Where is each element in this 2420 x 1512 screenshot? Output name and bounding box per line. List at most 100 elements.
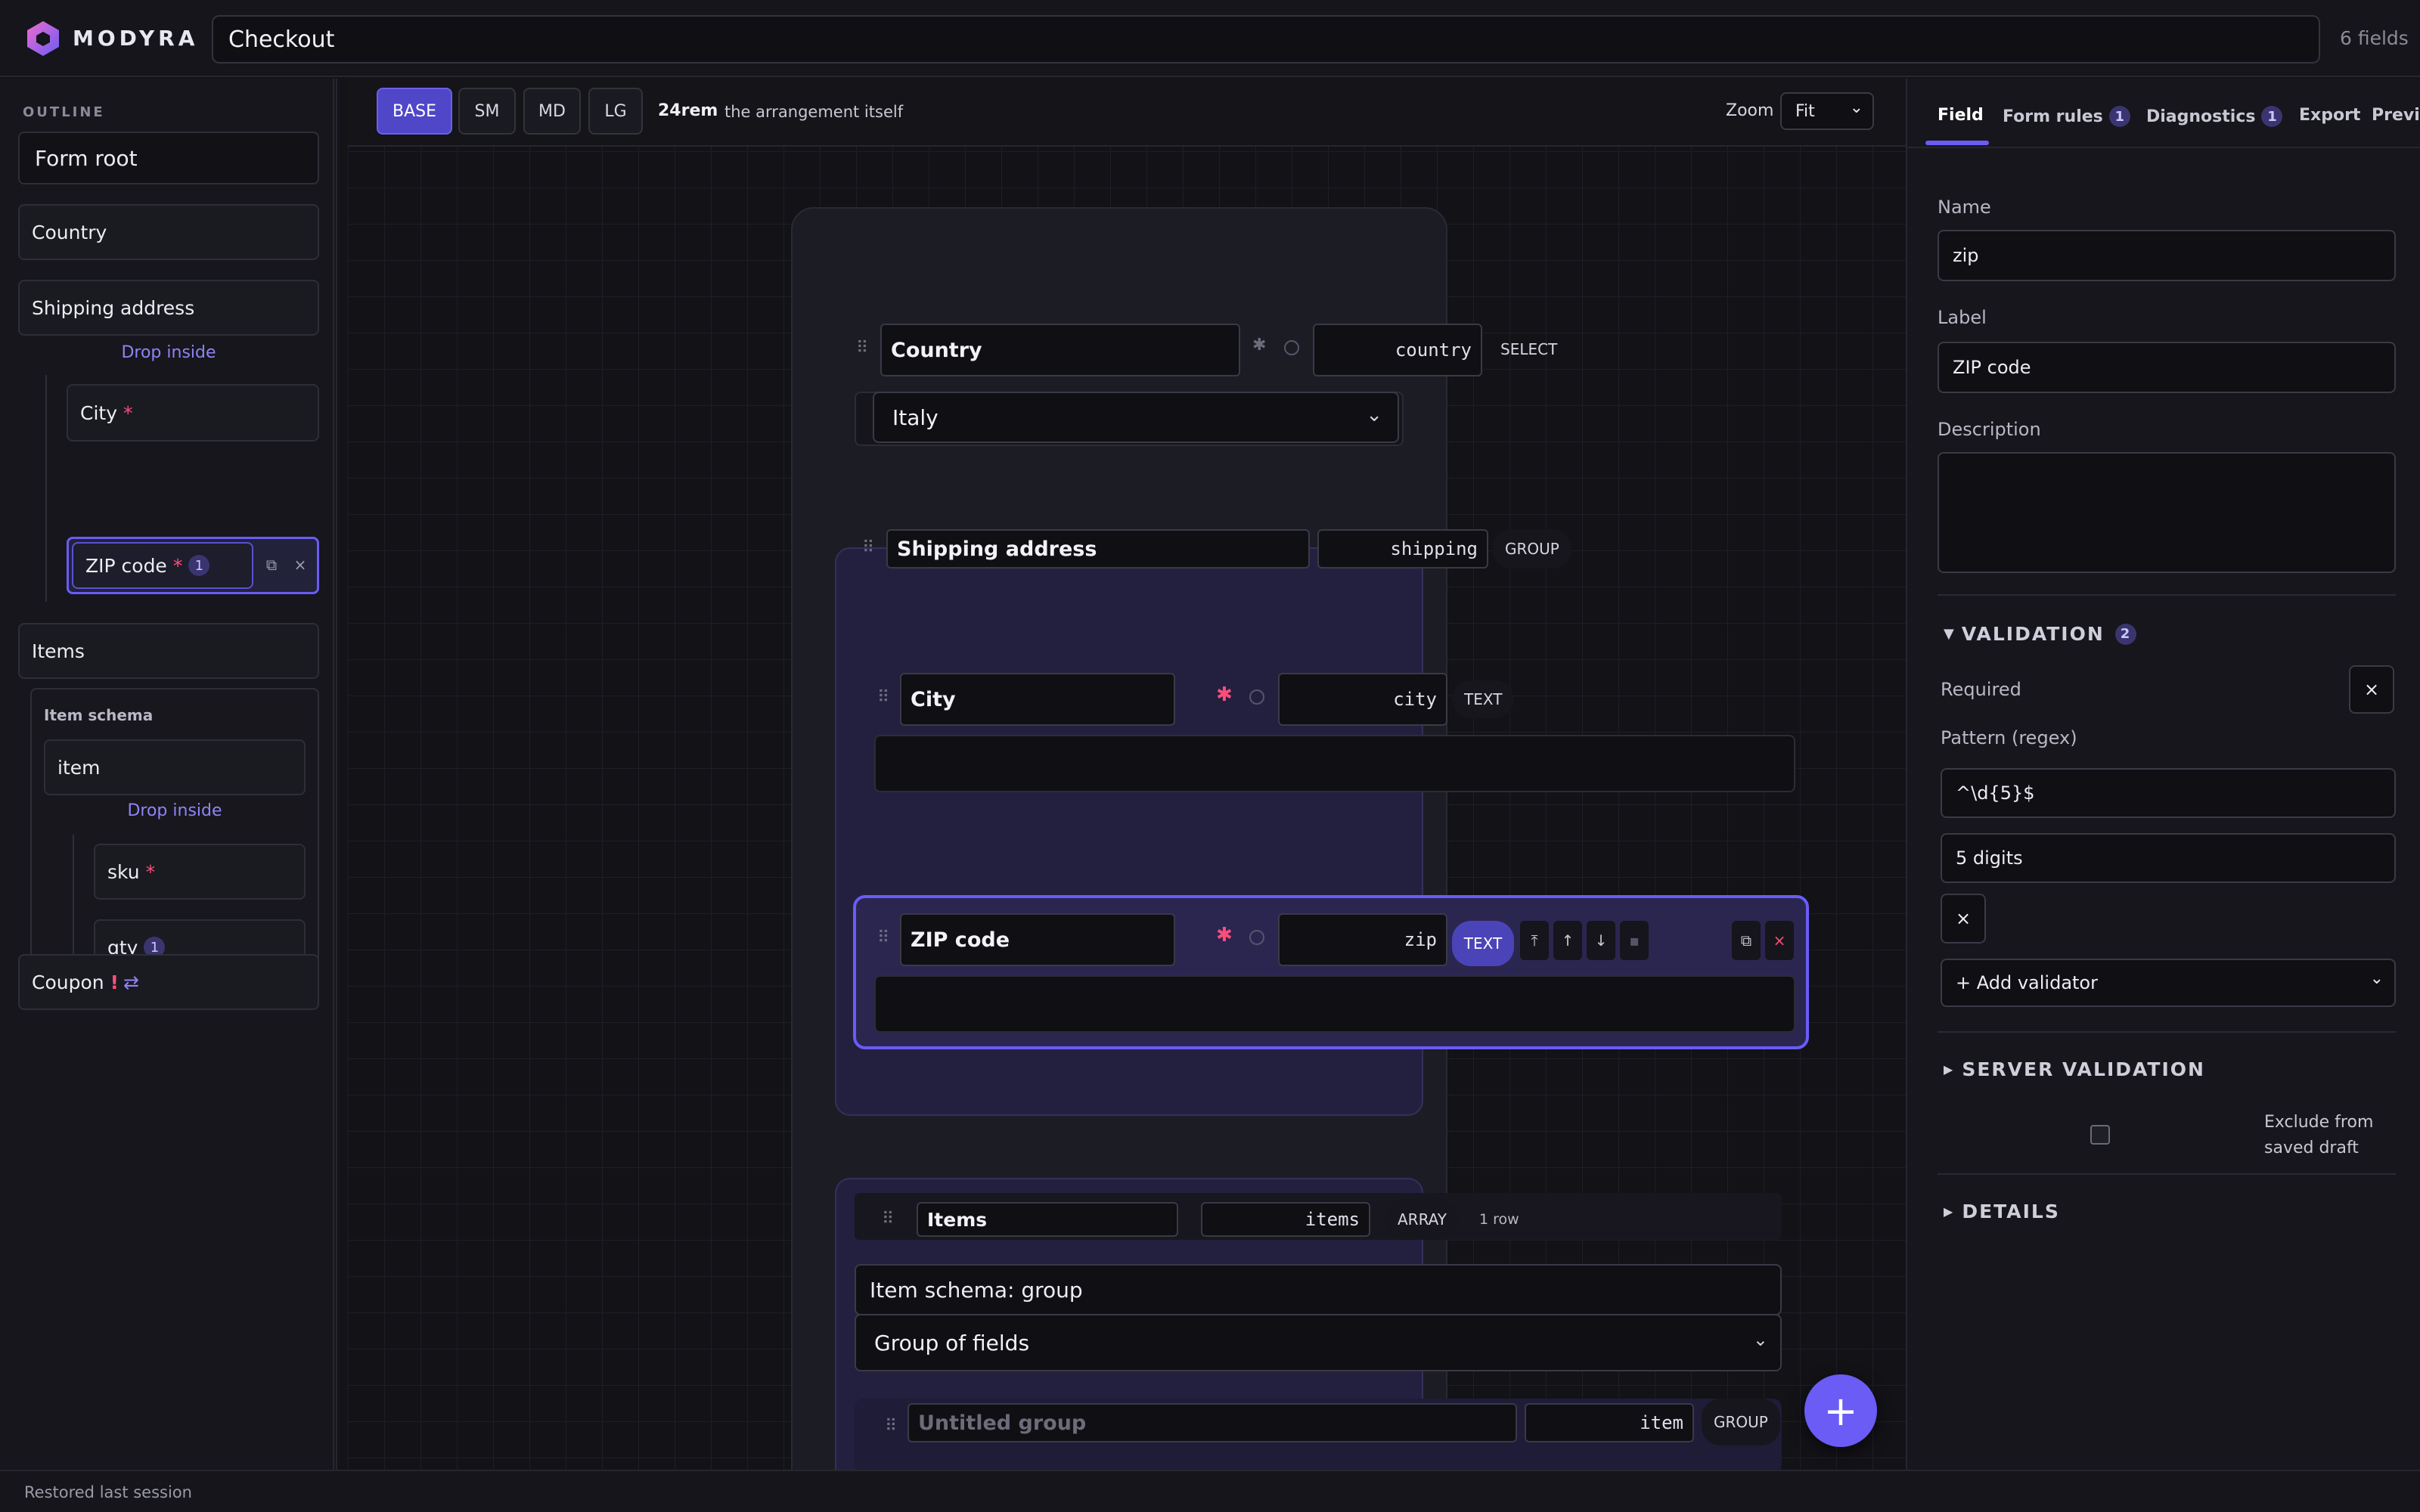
optional-toggle-icon[interactable] [1284, 340, 1299, 355]
shipping-type-badge: GROUP [1493, 529, 1571, 569]
item-schema-select[interactable]: Group of fields ⌄ [855, 1314, 1782, 1371]
tab-diagnostics-label: Diagnostics [2146, 107, 2256, 126]
outline-item-items[interactable]: Items [18, 623, 319, 679]
untitled-group-key-input[interactable]: item [1525, 1403, 1694, 1442]
remove-pattern-button[interactable]: × [1941, 894, 1986, 943]
required-rule-label: Required [1941, 679, 2021, 700]
drop-inside-item[interactable]: Drop inside [44, 801, 306, 820]
outline-item-zip-selected[interactable]: ZIP code * 1 ⧉ × [67, 537, 319, 594]
optional-toggle-icon[interactable] [1249, 930, 1264, 945]
pattern-input[interactable]: ^\d{5}$ [1941, 768, 2396, 818]
zip-label-input[interactable]: ZIP code [900, 913, 1175, 966]
collapse-icon: ▼ [1944, 626, 1956, 642]
items-label-input[interactable]: Items [917, 1202, 1178, 1237]
drag-handle-icon[interactable]: ⠿ [856, 339, 868, 358]
form-title-input[interactable]: Checkout [212, 15, 2320, 64]
details-title: DETAILS [1962, 1201, 2060, 1222]
outline-form-root[interactable]: Form root [18, 132, 319, 184]
breakpoint-width: 24rem [658, 101, 718, 120]
validation-count-badge: 2 [2114, 623, 2137, 645]
outline-item-sku[interactable]: sku * [94, 844, 306, 900]
shipping-label-input[interactable]: Shipping address [886, 529, 1310, 569]
drag-handle-icon[interactable]: ⠿ [882, 1210, 894, 1228]
server-validation-title: SERVER VALIDATION [1962, 1058, 2205, 1080]
sidebar-divider [333, 79, 334, 1470]
outline-item-zip[interactable]: ZIP code * 1 [72, 542, 253, 589]
outline-item-city[interactable]: City * [67, 384, 319, 442]
optional-toggle-icon[interactable] [1249, 689, 1264, 705]
duplicate-icon[interactable]: ⧉ [259, 553, 284, 577]
zip-preview-input [874, 975, 1795, 1033]
inspector-panel: Field Form rules 1 Diagnostics 1 Export Pr… [1906, 79, 2420, 1470]
chevron-down-icon: ⌄ [1849, 98, 1863, 117]
zip-key-input[interactable]: zip [1278, 913, 1447, 966]
country-label-input[interactable]: Country [880, 324, 1240, 376]
add-validator-select[interactable]: + Add validator ⌄ [1941, 959, 2396, 1007]
divider [1938, 1031, 2396, 1033]
move-down-icon[interactable]: ↓ [1587, 921, 1615, 960]
shipping-key-input[interactable]: shipping [1317, 529, 1488, 569]
description-textarea[interactable] [1938, 452, 2396, 573]
label-label: Label [1938, 307, 1987, 328]
breakpoint-sm-button[interactable]: SM [458, 88, 516, 135]
status-text: Restored last session [24, 1483, 192, 1501]
item-schema-title[interactable]: Item schema: group [855, 1264, 1782, 1315]
required-mark: * [145, 860, 156, 883]
issue-badge: 1 [188, 555, 210, 576]
required-toggle-icon[interactable]: ✱ [1216, 924, 1233, 947]
breakpoint-lg-button[interactable]: LG [588, 88, 643, 135]
tab-form-rules[interactable]: Form rules 1 [2003, 106, 2130, 127]
add-field-button[interactable]: + [1804, 1374, 1877, 1447]
country-select[interactable]: Italy ⌄ [873, 392, 1399, 443]
zoom-select[interactable]: Fit ⌄ [1780, 92, 1874, 130]
validation-title: VALIDATION [1961, 623, 2105, 645]
server-validation-header[interactable]: ▶ SERVER VALIDATION [1944, 1058, 2205, 1080]
pattern-message-input[interactable]: 5 digits [1941, 833, 2396, 883]
move-to-bottom-icon[interactable]: ▪ [1620, 921, 1649, 960]
exclude-draft-checkbox[interactable] [2090, 1125, 2110, 1145]
items-key-input[interactable]: items [1201, 1202, 1370, 1237]
breakpoint-base-button[interactable]: BASE [377, 88, 452, 135]
tab-preview[interactable]: Previe [2372, 106, 2420, 125]
move-to-top-icon[interactable]: ⤒ [1520, 921, 1549, 960]
outline-item-shipping[interactable]: Shipping address [18, 280, 319, 336]
drop-inside-shipping[interactable]: Drop inside [18, 343, 319, 362]
tab-field[interactable]: Field [1938, 106, 1984, 125]
drag-handle-icon[interactable]: ⠿ [877, 928, 889, 947]
tab-diagnostics[interactable]: Diagnostics 1 [2146, 106, 2283, 127]
form-canvas[interactable]: ⠿ Country ✱ country SELECT Italy ⌄ ⠿ Shi… [348, 79, 1906, 1470]
name-input[interactable]: zip [1938, 230, 2396, 281]
close-icon[interactable]: × [288, 553, 312, 577]
drag-handle-icon[interactable]: ⠿ [877, 688, 889, 707]
drag-handle-icon[interactable]: ⠿ [862, 538, 874, 557]
untitled-group-label-input[interactable]: Untitled group [908, 1403, 1517, 1442]
city-label: City [80, 401, 117, 424]
required-toggle-icon[interactable]: ✱ [1216, 683, 1233, 706]
country-select-value: Italy [892, 404, 939, 430]
remove-required-button[interactable]: × [2349, 665, 2394, 714]
city-key-input[interactable]: city [1278, 673, 1447, 726]
breakpoint-md-button[interactable]: MD [523, 88, 581, 135]
duplicate-icon[interactable]: ⧉ [1732, 921, 1761, 960]
city-label-input[interactable]: City [900, 673, 1175, 726]
drag-handle-icon[interactable]: ⠿ [885, 1417, 897, 1436]
zip-label: ZIP code [85, 554, 167, 577]
outline-item-coupon[interactable]: Coupon! ⇄ [18, 954, 319, 1010]
city-preview-input [874, 735, 1795, 792]
details-header[interactable]: ▶ DETAILS [1944, 1201, 2060, 1222]
delete-icon[interactable]: × [1765, 921, 1794, 960]
zip-type-badge[interactable]: TEXT [1452, 921, 1514, 966]
outline-item-item[interactable]: item [44, 739, 306, 795]
required-toggle-icon[interactable]: ✱ [1252, 336, 1266, 355]
validation-header[interactable]: ▼ VALIDATION 2 [1944, 623, 2137, 645]
chevron-down-icon: ⌄ [2369, 969, 2384, 988]
required-mark: * [123, 401, 133, 424]
label-input[interactable]: ZIP code [1938, 342, 2396, 393]
move-up-icon[interactable]: ↑ [1553, 921, 1582, 960]
outline-item-country[interactable]: Country [18, 204, 319, 260]
tab-export[interactable]: Export [2299, 106, 2360, 125]
rules-badge: 1 [2108, 106, 2130, 127]
active-tab-indicator [1925, 141, 1989, 145]
country-key-input[interactable]: country [1313, 324, 1482, 376]
items-row-count: 1 row [1479, 1211, 1519, 1228]
